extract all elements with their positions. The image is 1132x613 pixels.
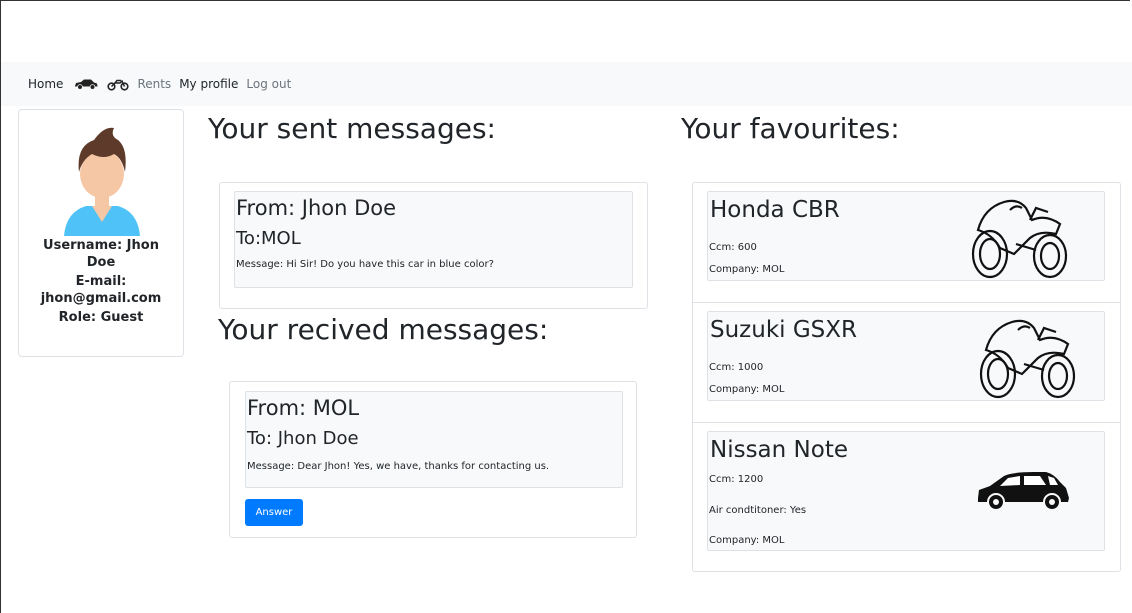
- car-icon: [978, 472, 1069, 511]
- sent-message-card: From: Jhon Doe To:MOL Message: Hi Sir! D…: [219, 182, 648, 309]
- profile-card: Username: Jhon Doe E-mail: jhon@gmail.co…: [18, 109, 184, 357]
- received-message-text: Message: Dear Jhon! Yes, we have, thanks…: [247, 461, 550, 472]
- favourite-ccm: Ccm: 1000: [709, 362, 764, 373]
- nav-my-profile-link[interactable]: My profile: [175, 77, 242, 91]
- list-item[interactable]: Suzuki GSXR Ccm: 1000 Company: MOL: [693, 303, 1120, 423]
- favourites-list: Honda CBR Ccm: 600 Company: MOL Suzuki G…: [692, 182, 1121, 572]
- motorcycle-icon[interactable]: [103, 78, 133, 91]
- car-icon[interactable]: [69, 78, 103, 90]
- sent-message-from: From: Jhon Doe: [236, 196, 397, 220]
- profile-role: Role: Guest: [58, 310, 144, 325]
- received-message-card: From: MOL To: Jhon Doe Message: Dear Jho…: [229, 381, 637, 538]
- sent-message-to: To:MOL: [236, 228, 301, 249]
- received-message-body: From: MOL To: Jhon Doe Message: Dear Jho…: [245, 391, 623, 488]
- nav-home-link[interactable]: Home: [24, 77, 69, 91]
- list-item[interactable]: Honda CBR Ccm: 600 Company: MOL: [693, 183, 1120, 303]
- nav-logout-link[interactable]: Log out: [242, 77, 295, 91]
- motorcycle-icon: [971, 199, 1068, 279]
- favourite-company: Company: MOL: [709, 384, 785, 395]
- favourite-company: Company: MOL: [709, 535, 785, 546]
- sent-message-body: From: Jhon Doe To:MOL Message: Hi Sir! D…: [234, 191, 633, 288]
- favourites-title: Your favourites:: [681, 112, 900, 145]
- user-avatar-icon: [64, 127, 140, 236]
- profile-email: E-mail: jhon@gmail.com: [40, 274, 162, 306]
- motorcycle-icon: [979, 319, 1076, 399]
- favourite-card-nissan: Nissan Note Ccm: 1200 Air condtitoner: Y…: [707, 431, 1105, 551]
- profile-username: Username: Jhon Doe: [43, 238, 159, 270]
- received-message-from: From: MOL: [247, 396, 360, 420]
- favourite-name: Suzuki GSXR: [710, 317, 858, 343]
- received-messages-title: Your recived messages:: [218, 313, 549, 346]
- navbar: Home Rents My profile Log out: [1, 62, 1132, 106]
- favourite-air-conditioner: Air condtitoner: Yes: [709, 505, 807, 516]
- favourite-name: Nissan Note: [710, 437, 848, 463]
- favourite-card-honda: Honda CBR Ccm: 600 Company: MOL: [707, 191, 1105, 281]
- nav-rents-link[interactable]: Rents: [133, 77, 175, 91]
- sent-message-text: Message: Hi Sir! Do you have this car in…: [236, 259, 494, 270]
- received-message-to: To: Jhon Doe: [247, 428, 359, 449]
- favourite-ccm: Ccm: 1200: [709, 474, 764, 485]
- favourite-company: Company: MOL: [709, 264, 785, 275]
- sent-messages-title: Your sent messages:: [208, 112, 496, 145]
- list-item[interactable]: Nissan Note Ccm: 1200 Air condtitoner: Y…: [693, 423, 1120, 571]
- favourite-ccm: Ccm: 600: [709, 242, 757, 253]
- favourite-name: Honda CBR: [710, 197, 840, 223]
- favourite-card-suzuki: Suzuki GSXR Ccm: 1000 Company: MOL: [707, 311, 1105, 401]
- answer-button[interactable]: Answer: [245, 499, 303, 526]
